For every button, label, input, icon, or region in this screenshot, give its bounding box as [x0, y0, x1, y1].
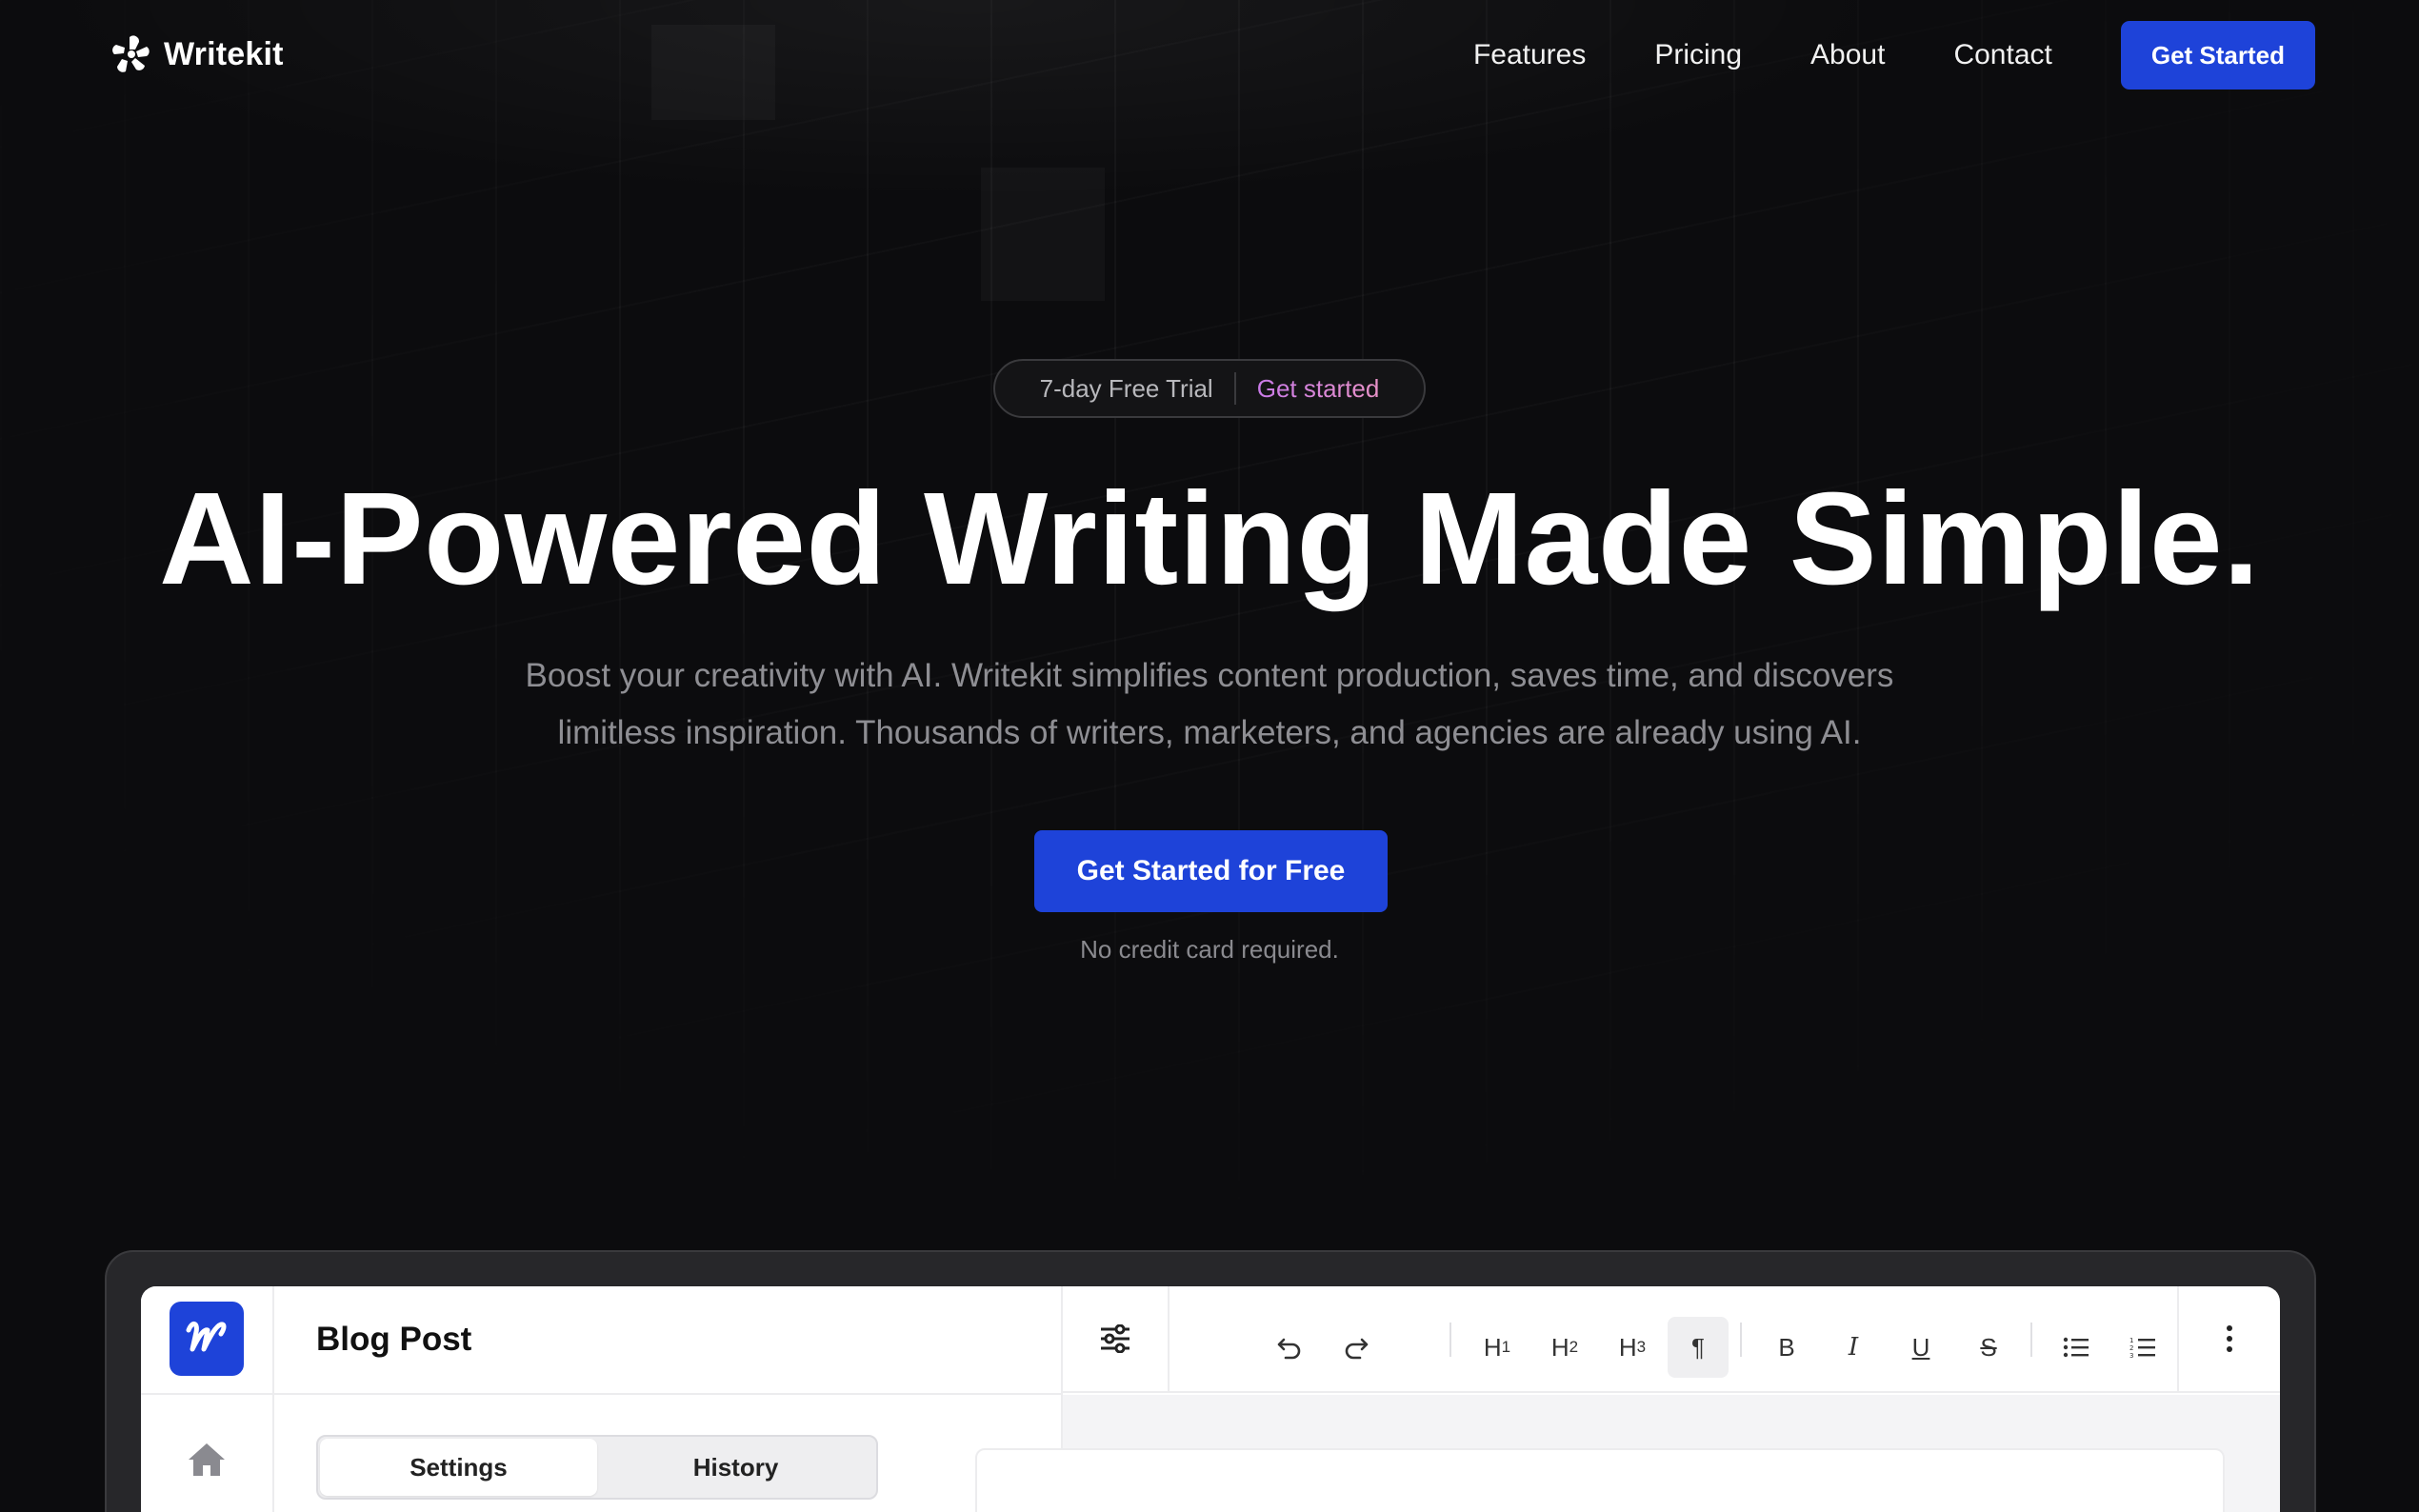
editor-document-page[interactable] — [975, 1448, 2225, 1512]
document-panel: Blog Post Settings History — [274, 1286, 1063, 1512]
numbered-list-icon[interactable]: 123 — [2112, 1317, 2173, 1378]
writekit-logo-icon — [112, 35, 150, 72]
hero-subtitle-line: limitless inspiration. Thousands of writ… — [557, 714, 1862, 751]
nav-link-about[interactable]: About — [1810, 39, 1885, 71]
italic-icon[interactable]: I — [1823, 1317, 1884, 1378]
nav-link-pricing[interactable]: Pricing — [1654, 39, 1742, 71]
heading-3-icon[interactable]: H3 — [1602, 1317, 1663, 1378]
document-title: Blog Post — [316, 1321, 472, 1358]
badge-get-started-link[interactable]: Get started — [1257, 374, 1380, 404]
app-sidebar-rail — [141, 1286, 274, 1512]
svg-text:3: 3 — [2129, 1352, 2133, 1359]
no-credit-card-note: No credit card required. — [1080, 935, 1339, 964]
badge-trial-text: 7-day Free Trial — [1039, 373, 1213, 403]
strikethrough-icon[interactable]: S — [1958, 1317, 2019, 1378]
brand-name: Writekit — [164, 35, 284, 72]
undo-icon[interactable] — [1259, 1317, 1320, 1378]
more-options-button[interactable] — [2177, 1286, 2280, 1393]
get-started-button[interactable]: Get Started — [2120, 21, 2315, 90]
top-navigation: Writekit Features Pricing About Contact … — [0, 0, 2419, 110]
hero-subtitle: Boost your creativity with AI. Writekit … — [419, 647, 2000, 762]
rail-divider — [141, 1393, 274, 1395]
panel-tabs: Settings History — [316, 1435, 878, 1500]
badge-divider — [1233, 372, 1236, 405]
background-tile — [981, 168, 1105, 301]
nav-link-contact[interactable]: Contact — [1953, 39, 2051, 71]
redo-icon[interactable] — [1326, 1317, 1387, 1378]
filter-button[interactable] — [1063, 1286, 1170, 1393]
brand-logo[interactable]: Writekit — [110, 33, 284, 75]
bold-icon[interactable]: B — [1756, 1317, 1817, 1378]
svg-text:1: 1 — [2129, 1337, 2133, 1344]
tab-settings[interactable]: Settings — [320, 1439, 597, 1496]
hero-subtitle-line: Boost your creativity with AI. Writekit … — [525, 657, 1894, 694]
get-started-free-button[interactable]: Get Started for Free — [1034, 830, 1388, 912]
underline-icon[interactable]: U — [1890, 1317, 1951, 1378]
toolbar-divider — [2030, 1323, 2032, 1357]
toolbar-divider — [1449, 1323, 1451, 1357]
sliders-icon — [1101, 1324, 1130, 1353]
hero-title: AI-Powered Writing Made Simple. — [159, 466, 2260, 612]
app-logo-icon[interactable] — [170, 1302, 244, 1376]
tab-history[interactable]: History — [597, 1439, 874, 1496]
home-icon[interactable] — [187, 1441, 227, 1479]
heading-1-icon[interactable]: H1 — [1467, 1317, 1528, 1378]
heading-2-icon[interactable]: H2 — [1534, 1317, 1595, 1378]
free-trial-badge[interactable]: 7-day Free Trial Get started — [993, 359, 1426, 418]
toolbar-divider — [1740, 1323, 1742, 1357]
svg-text:2: 2 — [2129, 1344, 2133, 1352]
nav-link-features[interactable]: Features — [1473, 39, 1586, 71]
bullet-list-icon[interactable] — [2046, 1317, 2107, 1378]
more-vertical-icon — [2227, 1325, 2232, 1352]
panel-divider — [274, 1393, 1061, 1395]
paragraph-icon[interactable]: ¶ — [1668, 1317, 1729, 1378]
editor-toolbar: H1 H2 H3 ¶ B I U S 123 — [1170, 1286, 2177, 1393]
nav-links: Features Pricing About Contact Get Start… — [1473, 21, 2315, 90]
